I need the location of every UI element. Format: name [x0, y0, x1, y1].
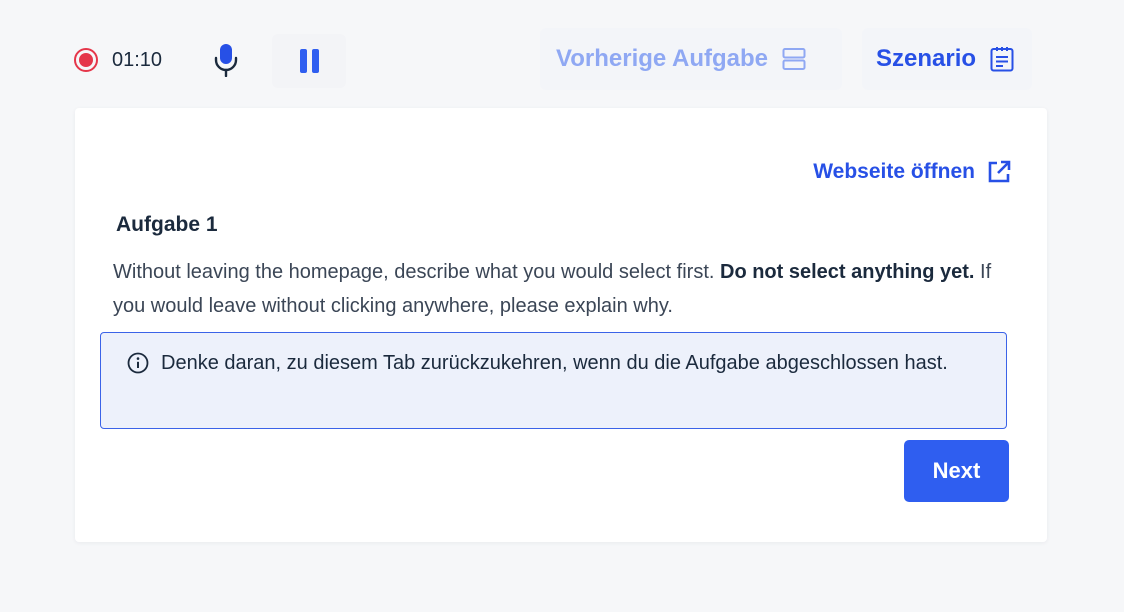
info-icon — [127, 352, 149, 428]
next-button[interactable]: Next — [904, 440, 1009, 502]
recording-timer: 01:10 — [112, 48, 163, 71]
external-link-icon — [987, 160, 1011, 184]
scenario-button[interactable]: Szenario — [862, 28, 1032, 90]
recording-status: 01:10 — [74, 46, 162, 74]
task-title: Aufgabe 1 — [116, 213, 218, 236]
clipboard-list-icon — [990, 46, 1014, 72]
task-description-part1: Without leaving the homepage, describe w… — [113, 261, 720, 283]
info-callout: Denke daran, zu diesem Tab zurückzukehre… — [100, 332, 1007, 429]
record-icon — [74, 48, 98, 72]
split-layout-icon — [782, 47, 806, 71]
task-card: Webseite öffnen Aufgabe 1 Without leavin… — [75, 108, 1047, 542]
microphone-button[interactable] — [208, 40, 244, 80]
previous-task-button[interactable]: Vorherige Aufgabe — [540, 28, 842, 90]
pause-button[interactable] — [272, 34, 346, 88]
pause-icon — [297, 49, 321, 73]
open-website-link[interactable]: Webseite öffnen — [813, 160, 1011, 184]
task-description: Without leaving the homepage, describe w… — [113, 255, 993, 323]
task-description-emphasis: Do not select anything yet. — [720, 261, 975, 283]
scenario-label: Szenario — [876, 45, 977, 72]
recording-toolbar: 01:10 Vorherige Aufgabe Szenario — [0, 0, 1124, 110]
info-message: Denke daran, zu diesem Tab zurückzukehre… — [161, 352, 948, 374]
previous-task-label: Vorherige Aufgabe — [556, 45, 769, 72]
open-website-label: Webseite öffnen — [813, 160, 975, 183]
microphone-icon — [214, 44, 238, 77]
